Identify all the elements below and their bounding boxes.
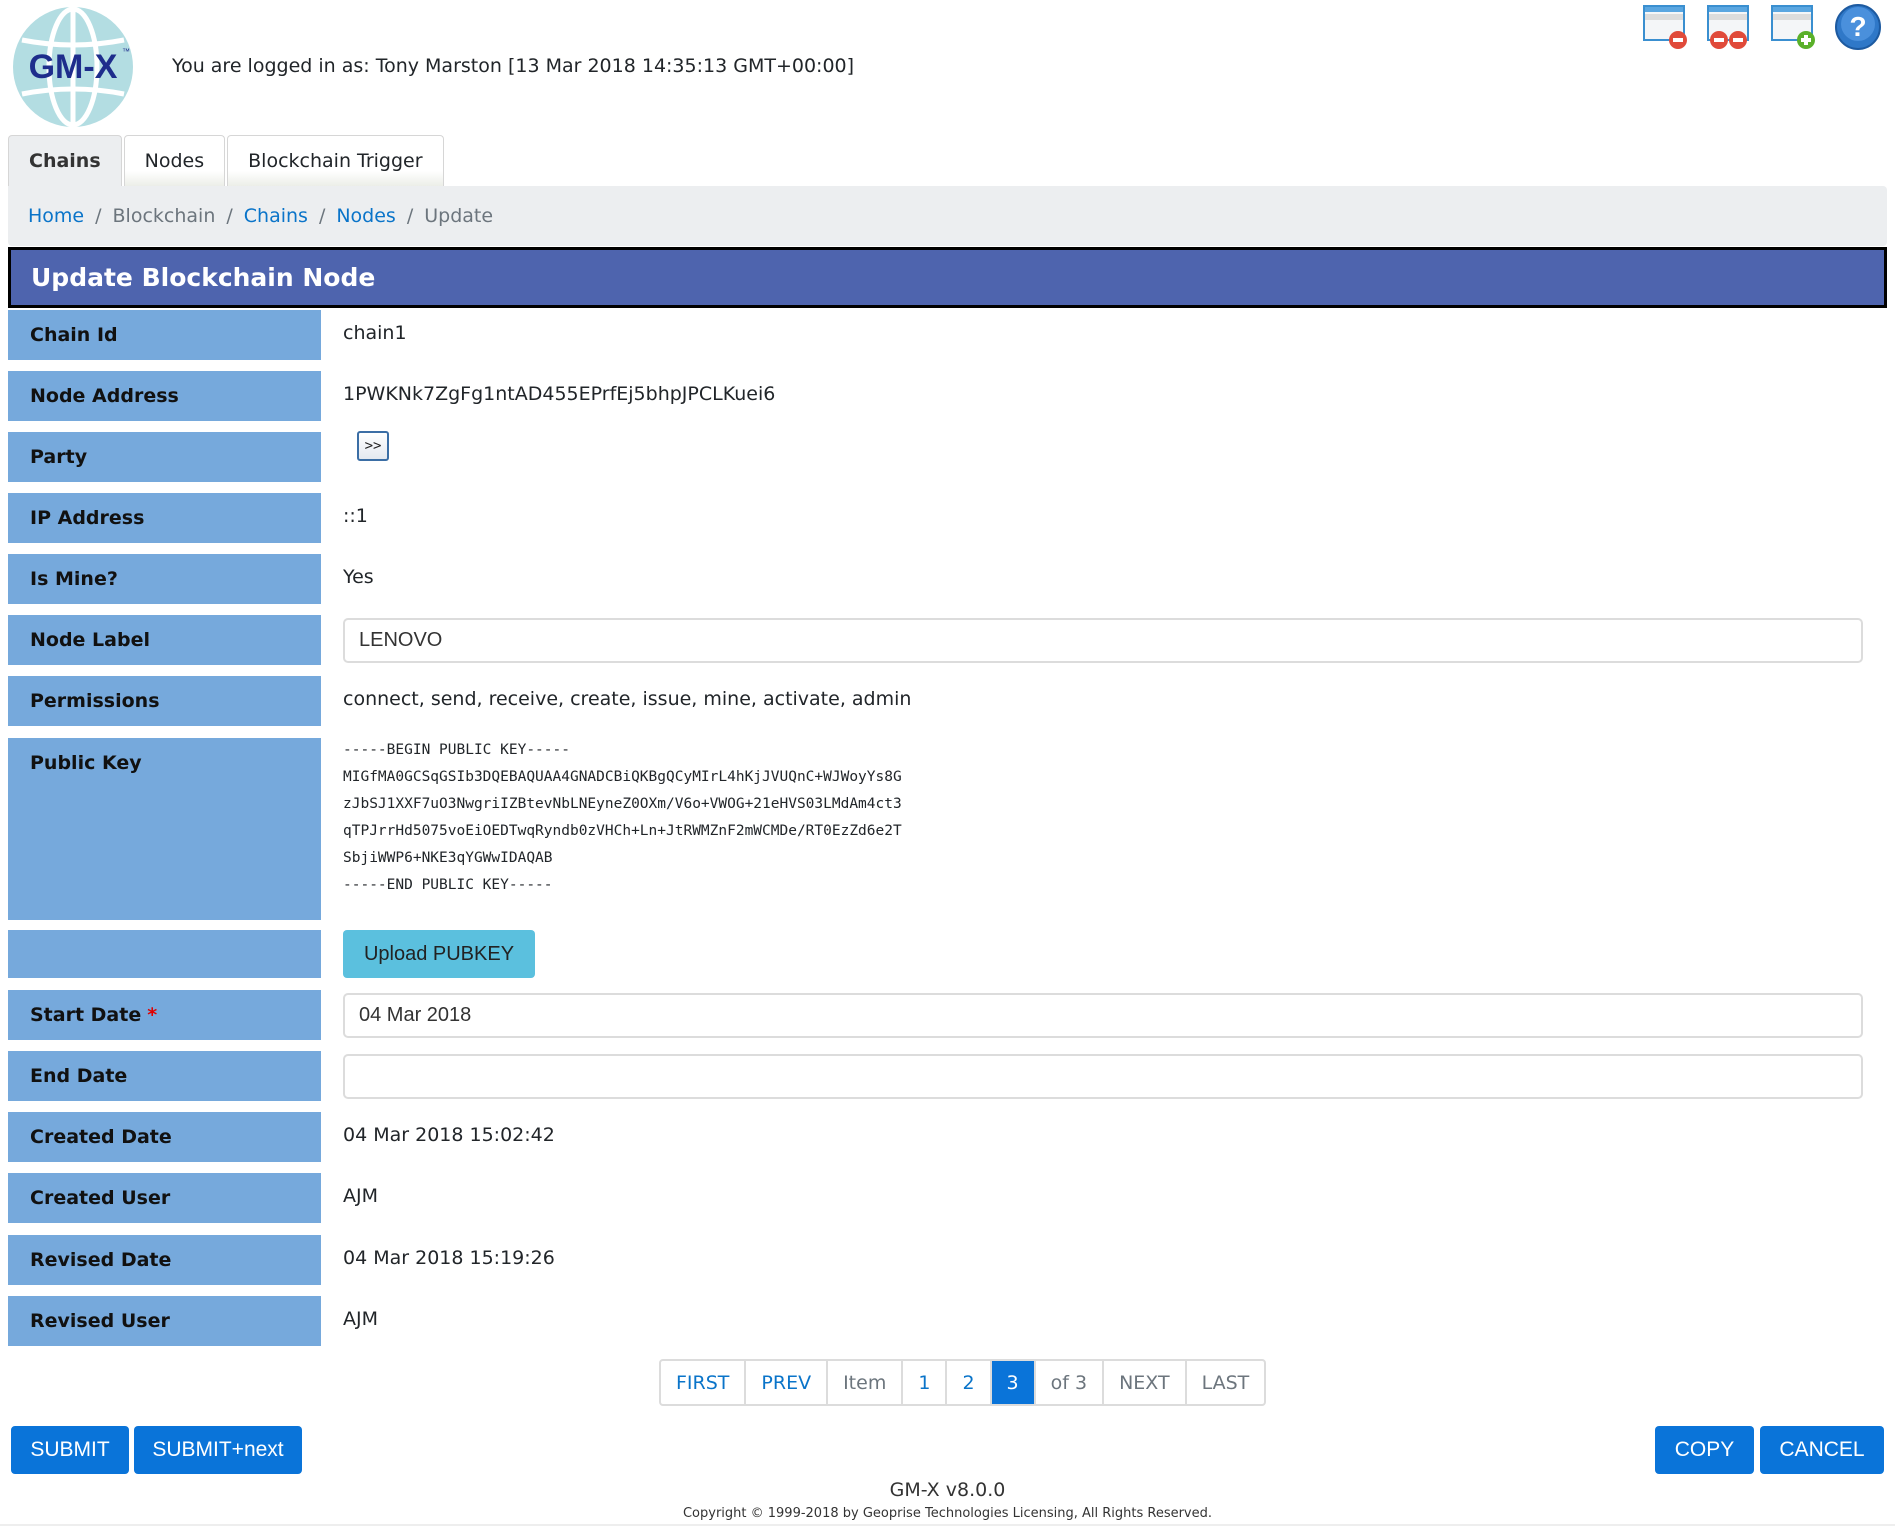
page-count: of 3 — [1036, 1361, 1105, 1404]
public-key-label: Public Key — [8, 738, 321, 920]
cancel-button[interactable]: CANCEL — [1760, 1426, 1884, 1474]
submit-button[interactable]: SUBMIT — [11, 1426, 129, 1474]
item-label: Item — [828, 1361, 904, 1404]
copyright: Copyright © 1999-2018 by Geoprise Techno… — [682, 1506, 1213, 1521]
logged-in-status: You are logged in as: Tony Marston [13 M… — [172, 55, 855, 77]
start-date-label: Start Date * — [8, 990, 321, 1040]
end-date-input[interactable] — [343, 1054, 1863, 1099]
created-user-value: AJM — [343, 1185, 378, 1207]
tab-blockchain-trigger[interactable]: Blockchain Trigger — [227, 135, 444, 186]
start-date-input[interactable] — [343, 993, 1863, 1038]
node-address-value: 1PWKNk7ZgFg1ntAD455EPrfEj5bhpJPCLKuei6 — [343, 383, 776, 405]
created-date-value: 04 Mar 2018 15:02:42 — [343, 1124, 555, 1146]
prev-page-link[interactable]: PREV — [746, 1361, 829, 1404]
revised-user-label: Revised User — [8, 1296, 321, 1346]
created-date-label: Created Date — [8, 1112, 321, 1162]
gmx-logo: GM-X ™ — [12, 6, 134, 128]
chain-id-label: Chain Id — [8, 310, 321, 360]
new-window-icon[interactable] — [1769, 2, 1819, 52]
first-page-link[interactable]: FIRST — [661, 1361, 747, 1404]
submit-next-button[interactable]: SUBMIT+next — [134, 1426, 302, 1474]
last-page-link[interactable]: LAST — [1187, 1361, 1265, 1404]
breadcrumb-separator: / — [226, 205, 233, 227]
pagination: FIRST PREV Item 1 2 3 of 3 NEXT LAST — [659, 1359, 1267, 1406]
tab-chains[interactable]: Chains — [8, 135, 122, 186]
page-3-current[interactable]: 3 — [991, 1361, 1036, 1404]
public-key-value: -----BEGIN PUBLIC KEY----- MIGfMA0GCSqGS… — [343, 742, 902, 893]
revised-date-label: Revised Date — [8, 1235, 321, 1285]
copy-button[interactable]: COPY — [1655, 1426, 1754, 1474]
revised-user-value: AJM — [343, 1308, 378, 1330]
node-label-input[interactable] — [343, 618, 1863, 663]
svg-text:™: ™ — [122, 47, 130, 56]
breadcrumb-chains[interactable]: Chains — [244, 205, 308, 227]
breadcrumb-separator: / — [318, 205, 326, 227]
breadcrumb-nodes[interactable]: Nodes — [336, 205, 396, 227]
permissions-label: Permissions — [8, 676, 321, 726]
breadcrumb-update: Update — [424, 205, 494, 227]
tab-nodes[interactable]: Nodes — [123, 135, 226, 186]
svg-text:?: ? — [1849, 11, 1866, 42]
upload-pubkey-button[interactable]: Upload PUBKEY — [343, 930, 535, 978]
breadcrumb: Home / Blockchain / Chains / Nodes / Upd… — [8, 186, 1887, 246]
breadcrumb-separator: / — [95, 205, 102, 227]
breadcrumb-home[interactable]: Home — [28, 205, 84, 227]
page-2-link[interactable]: 2 — [947, 1361, 992, 1404]
party-lookup-button[interactable]: >> — [357, 431, 389, 461]
close-all-windows-icon[interactable] — [1705, 2, 1755, 52]
party-label: Party — [8, 432, 321, 482]
close-window-icon[interactable] — [1641, 2, 1691, 52]
required-marker: * — [147, 1004, 158, 1026]
page-1-link[interactable]: 1 — [903, 1361, 948, 1404]
next-page-link[interactable]: NEXT — [1104, 1361, 1187, 1404]
node-address-label: Node Address — [8, 371, 321, 421]
breadcrumb-separator: / — [406, 205, 414, 227]
upload-row-label — [8, 930, 321, 978]
help-icon[interactable]: ? — [1833, 2, 1883, 52]
node-label-label: Node Label — [8, 615, 321, 665]
revised-date-value: 04 Mar 2018 15:19:26 — [343, 1247, 555, 1269]
end-date-label: End Date — [8, 1051, 321, 1101]
breadcrumb-blockchain: Blockchain — [112, 205, 216, 227]
is-mine-label: Is Mine? — [8, 554, 321, 604]
start-date-label-text: Start Date — [30, 1004, 142, 1026]
app-version: GM-X v8.0.0 — [889, 1479, 1006, 1501]
ip-address-value: ::1 — [343, 505, 368, 527]
page-title: Update Blockchain Node — [8, 247, 1887, 308]
chain-id-value: chain1 — [343, 322, 407, 344]
permissions-value: connect, send, receive, create, issue, m… — [343, 688, 912, 710]
window-toolbar: ? — [1641, 2, 1883, 52]
ip-address-label: IP Address — [8, 493, 321, 543]
tab-bar: Chains Nodes Blockchain Trigger — [8, 135, 444, 186]
is-mine-value: Yes — [343, 566, 374, 588]
svg-text:GM-X: GM-X — [29, 48, 118, 86]
created-user-label: Created User — [8, 1173, 321, 1223]
